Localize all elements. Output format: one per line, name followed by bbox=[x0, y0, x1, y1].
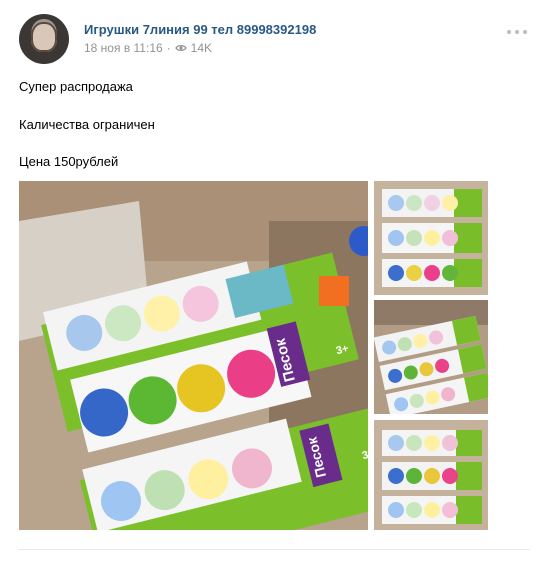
thumbnail-illustration-1 bbox=[374, 181, 488, 295]
thumbnail-illustration-3 bbox=[374, 420, 488, 530]
post-date[interactable]: 18 ноя в 11:16 bbox=[84, 41, 163, 55]
post-text-line-1: Супер распродажа bbox=[19, 79, 133, 94]
post-text-line-3: Цена 150рублей bbox=[19, 154, 119, 169]
meta-separator: · bbox=[166, 41, 171, 55]
author-avatar[interactable] bbox=[19, 14, 69, 64]
product-photo-illustration: Песок 3+ Песок 3+ bbox=[19, 181, 368, 530]
author-name[interactable]: Игрушки 7линия 99 тел 89998392198 bbox=[84, 22, 316, 37]
eye-icon bbox=[174, 45, 187, 51]
post-meta: 18 ноя в 11:16 · 14K bbox=[84, 41, 212, 55]
wall-post: Игрушки 7линия 99 тел 89998392198 18 ноя… bbox=[0, 0, 537, 563]
post-divider bbox=[19, 549, 530, 550]
thumbnail-photo-3[interactable] bbox=[374, 420, 488, 530]
main-photo[interactable]: Песок 3+ Песок 3+ bbox=[19, 181, 368, 530]
thumbnail-photo-1[interactable] bbox=[374, 181, 488, 295]
more-icon[interactable] bbox=[505, 24, 529, 40]
view-count: 14K bbox=[190, 41, 213, 55]
thumbnail-illustration-2 bbox=[374, 300, 488, 414]
post-text-line-2: Каличества ограничен bbox=[19, 117, 155, 132]
thumbnail-photo-2[interactable] bbox=[374, 300, 488, 414]
